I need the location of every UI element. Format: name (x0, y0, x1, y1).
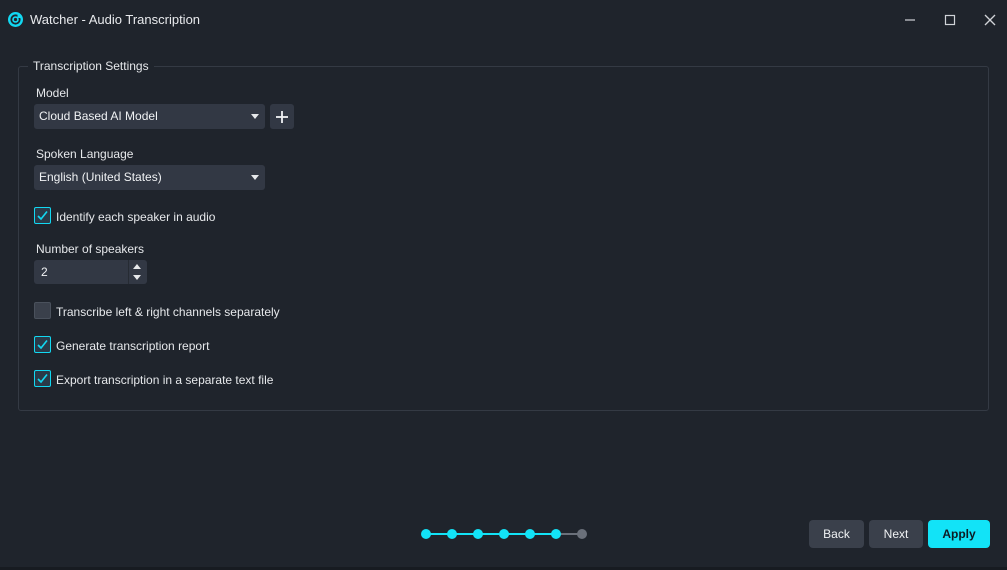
increment-arrow-icon[interactable] (130, 261, 145, 272)
stepper-dot (421, 529, 431, 539)
generate-report-label: Generate transcription report (56, 339, 210, 353)
export-text-checkbox[interactable] (34, 370, 51, 387)
window-title: Watcher - Audio Transcription (30, 12, 201, 27)
close-icon (984, 14, 996, 26)
stepper-dot (499, 529, 509, 539)
separate-channels-checkbox[interactable] (34, 302, 51, 319)
export-text-label: Export transcription in a separate text … (56, 373, 274, 387)
minimize-icon (905, 19, 915, 21)
model-dropdown[interactable]: Cloud Based AI Model (34, 104, 265, 129)
group-title: Transcription Settings (28, 59, 154, 73)
next-button[interactable]: Next (869, 520, 923, 548)
chevron-down-icon (251, 114, 259, 119)
app-window: Watcher - Audio Transcription Transcript… (0, 0, 1007, 570)
separate-channels-label: Transcribe left & right channels separat… (56, 305, 280, 319)
checkmark-icon (37, 374, 48, 384)
wizard-progress-stepper (421, 529, 587, 539)
stepper-dot (577, 529, 587, 539)
checkmark-icon (37, 211, 48, 221)
stepper-dot (473, 529, 483, 539)
speakers-count-label: Number of speakers (36, 242, 145, 256)
apply-button[interactable]: Apply (928, 520, 990, 548)
decrement-arrow-icon[interactable] (130, 272, 145, 283)
speakers-count-stepper[interactable]: 2 (34, 260, 147, 284)
language-dropdown-value: English (United States) (39, 170, 162, 184)
plus-icon (276, 110, 288, 123)
back-button[interactable]: Back (809, 520, 864, 548)
language-dropdown[interactable]: English (United States) (34, 165, 265, 190)
stepper-dot (447, 529, 457, 539)
speakers-count-value: 2 (41, 265, 48, 279)
maximize-button[interactable] (940, 10, 960, 30)
add-model-button[interactable] (270, 104, 294, 129)
model-dropdown-value: Cloud Based AI Model (39, 109, 158, 123)
stepper-dot (551, 529, 561, 539)
identify-speakers-checkbox[interactable] (34, 207, 51, 224)
identify-speakers-label: Identify each speaker in audio (56, 210, 216, 224)
chevron-down-icon (251, 175, 259, 180)
watcher-logo-icon (8, 12, 23, 27)
close-button[interactable] (980, 10, 1000, 30)
title-bar: Watcher - Audio Transcription (0, 0, 1007, 40)
minimize-button[interactable] (900, 10, 920, 30)
stepper-divider (128, 260, 129, 284)
model-label: Model (36, 86, 69, 100)
checkmark-icon (37, 340, 48, 350)
maximize-icon (944, 14, 956, 26)
stepper-dot (525, 529, 535, 539)
generate-report-checkbox[interactable] (34, 336, 51, 353)
language-label: Spoken Language (36, 147, 134, 161)
